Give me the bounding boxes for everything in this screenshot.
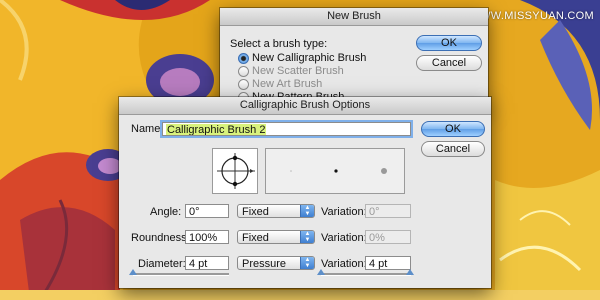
new-brush-dialog: New Brush Select a brush type: New Calli… <box>220 8 488 108</box>
roundness-label: Roundness: <box>131 232 190 244</box>
variation-slider-thumb-left[interactable] <box>317 269 325 275</box>
diameter-variation-label: Variation: <box>321 258 367 270</box>
variation-slider-track[interactable] <box>321 273 411 276</box>
roundness-variation-label: Variation: <box>321 232 367 244</box>
angle-variation-label: Variation: <box>321 206 367 218</box>
radio-label: New Art Brush <box>252 78 323 90</box>
radio-unchecked-icon <box>238 79 249 90</box>
calligraphic-brush-options-dialog: Calligraphic Brush Options Name: Calligr… <box>119 97 491 288</box>
radio-label: New Calligraphic Brush <box>252 52 367 64</box>
brush-shape-icon <box>217 153 255 189</box>
roundness-variation-input: 0% <box>365 230 411 244</box>
select-arrows-icon: ▲ ▼ <box>300 257 314 269</box>
diameter-slider-track[interactable] <box>133 273 229 276</box>
brush-shape-editor[interactable] <box>212 148 258 194</box>
new-brush-title: New Brush <box>220 8 488 26</box>
variation-slider-thumb-right[interactable] <box>406 269 414 275</box>
angle-input[interactable]: 0° <box>185 204 229 218</box>
angle-mode-select[interactable]: Fixed ▲ ▼ <box>237 204 315 218</box>
angle-label: Angle: <box>150 206 182 218</box>
roundness-mode-value: Fixed <box>242 232 269 244</box>
calligraphic-cancel-button[interactable]: Cancel <box>421 141 485 157</box>
name-label: Name: <box>131 123 164 135</box>
brush-preview <box>265 148 405 194</box>
calligraphic-options-title: Calligraphic Brush Options <box>119 97 491 115</box>
brush-name-input[interactable]: Calligraphic Brush 2 <box>160 120 413 138</box>
roundness-mode-select[interactable]: Fixed ▲ ▼ <box>237 230 315 244</box>
angle-mode-value: Fixed <box>242 206 269 218</box>
diameter-slider-thumb[interactable] <box>129 269 137 275</box>
select-arrows-icon: ▲ ▼ <box>300 231 314 243</box>
radio-unchecked-icon <box>238 66 249 77</box>
diameter-mode-select[interactable]: Pressure ▲ ▼ <box>237 256 315 270</box>
radio-label: New Scatter Brush <box>252 65 344 77</box>
angle-variation-input: 0° <box>365 204 411 218</box>
new-brush-ok-button[interactable]: OK <box>416 35 482 51</box>
brush-preview-dots <box>290 168 387 174</box>
radio-checked-icon[interactable] <box>238 53 249 64</box>
select-arrows-icon: ▲ ▼ <box>300 205 314 217</box>
diameter-input[interactable]: 4 pt <box>185 256 229 270</box>
new-brush-cancel-button[interactable]: Cancel <box>416 55 482 71</box>
diameter-variation-input[interactable]: 4 pt <box>365 256 411 270</box>
roundness-input[interactable]: 100% <box>185 230 229 244</box>
diameter-label: Diameter: <box>138 258 186 270</box>
calligraphic-ok-button[interactable]: OK <box>421 121 485 137</box>
brush-name-value: Calligraphic Brush 2 <box>166 124 267 136</box>
diameter-mode-value: Pressure <box>242 258 287 270</box>
brush-type-prompt: Select a brush type: <box>230 38 328 50</box>
